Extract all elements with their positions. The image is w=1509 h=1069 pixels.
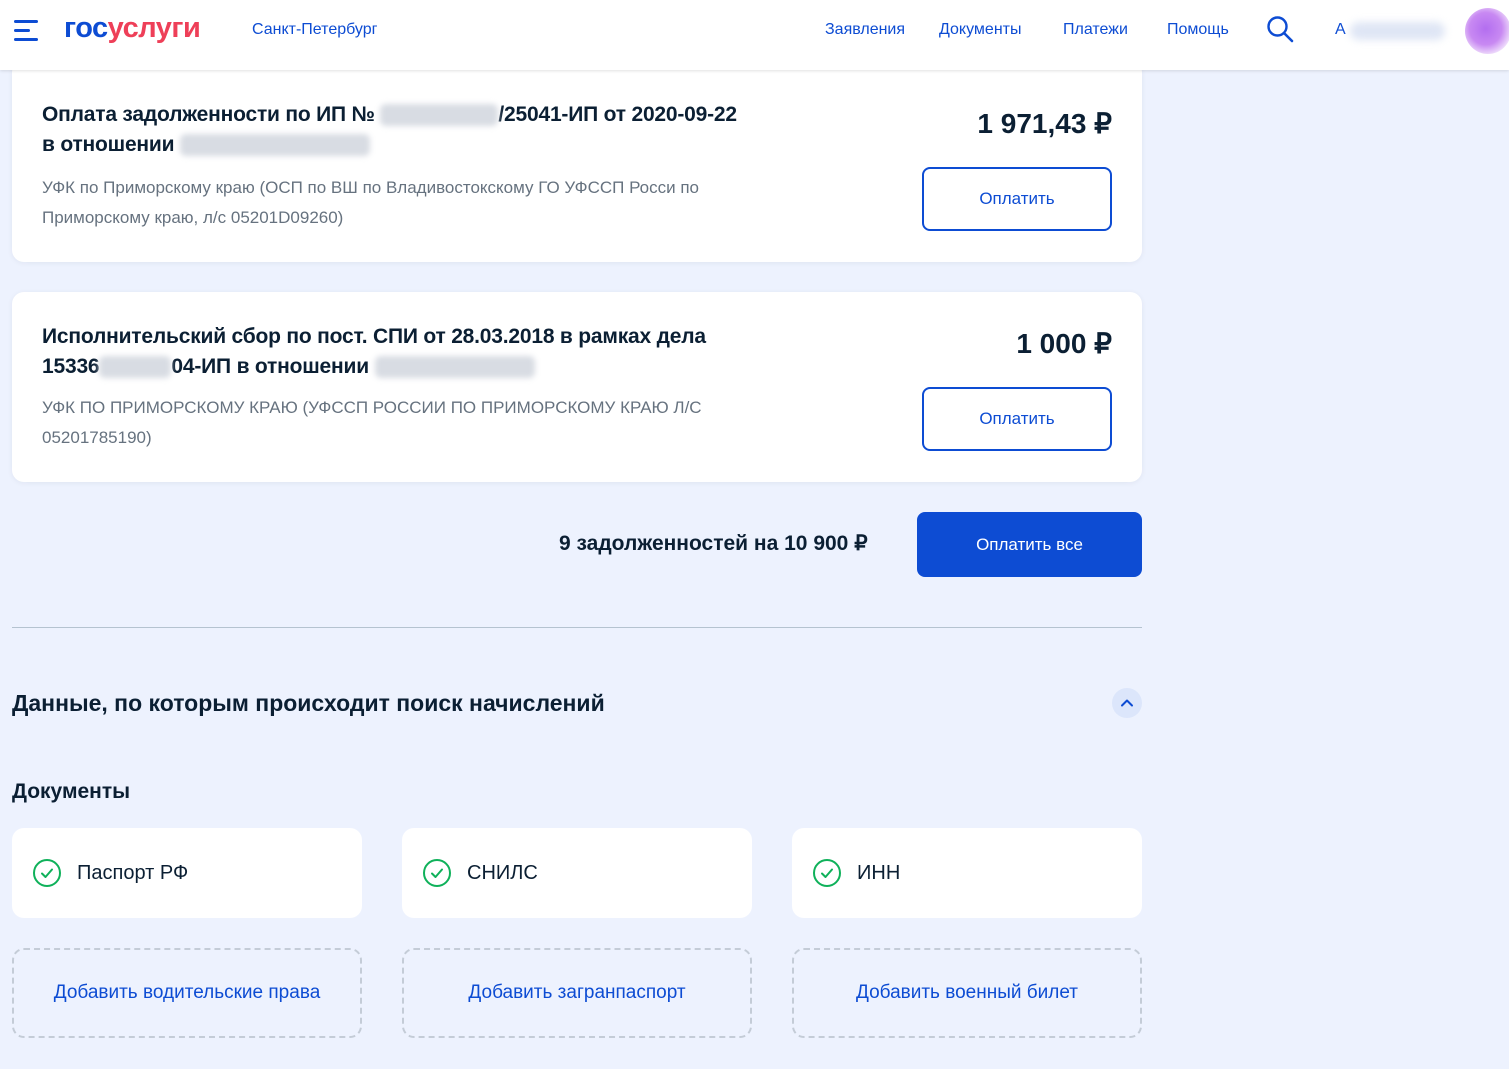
debt-title-line2: 04-ИП в отношении	[171, 355, 369, 378]
logo-part-uslugi: услуги	[107, 12, 201, 44]
debt-recipient: УФК ПО ПРИМОРСКОМУ КРАЮ (УФССП РОССИИ ПО…	[42, 398, 702, 447]
document-label: ИНН	[857, 862, 901, 884]
debt-card: Оплата задолженности по ИП № /25041-ИП о…	[12, 60, 1142, 262]
nav-documents[interactable]: Документы	[939, 21, 1021, 39]
user-name[interactable]: А	[1335, 21, 1346, 39]
redacted-number	[99, 356, 172, 379]
chevron-up-icon	[1121, 699, 1133, 707]
debt-case-prefix: 15336	[42, 355, 100, 378]
redacted-name	[179, 134, 370, 157]
document-card-passport[interactable]: Паспорт РФ	[12, 828, 362, 918]
debt-amount: 1 000 ₽	[1016, 328, 1112, 359]
top-header: госуслуги Санкт-Петербург Заявления Доку…	[0, 0, 1509, 70]
redacted-name	[374, 356, 535, 379]
nav-applications[interactable]: Заявления	[825, 21, 905, 39]
document-label: СНИЛС	[467, 862, 538, 884]
add-foreign-passport-button[interactable]: Добавить загранпаспорт	[402, 948, 752, 1038]
debt-title: Оплата задолженности по ИП № /25041-ИП о…	[42, 100, 802, 160]
pay-all-button[interactable]: Оплатить все	[917, 512, 1142, 577]
menu-burger-icon[interactable]	[14, 20, 40, 42]
gosuslugi-logo[interactable]: госуслуги	[64, 12, 201, 45]
debt-title-line1: Исполнительский сбор по пост. СПИ от 28.…	[42, 325, 706, 348]
add-driver-license-button[interactable]: Добавить водительские права	[12, 948, 362, 1038]
collapse-section-button[interactable]	[1112, 688, 1142, 718]
logo-part-gos: гос	[64, 12, 108, 44]
debt-title: Исполнительский сбор по пост. СПИ от 28.…	[42, 322, 802, 382]
section-divider	[12, 627, 1142, 628]
debts-total-summary: 9 задолженностей на 10 900 ₽	[559, 532, 868, 555]
search-icon[interactable]	[1266, 15, 1294, 43]
debt-title-prefix: Оплата задолженности по ИП №	[42, 103, 375, 126]
user-name-redacted	[1350, 22, 1445, 40]
redacted-number	[380, 104, 499, 127]
pay-button[interactable]: Оплатить	[922, 387, 1112, 451]
debt-amount: 1 971,43 ₽	[977, 108, 1112, 139]
documents-heading: Документы	[12, 780, 131, 803]
nav-help[interactable]: Помощь	[1167, 21, 1229, 39]
debt-title-middle: /25041-ИП от 2020-09-22	[498, 103, 737, 126]
debt-recipient: УФК по Приморскому краю (ОСП по ВШ по Вл…	[42, 178, 700, 227]
check-circle-icon	[33, 859, 61, 887]
document-label: Паспорт РФ	[77, 862, 189, 884]
add-military-id-button[interactable]: Добавить военный билет	[792, 948, 1142, 1038]
nav-payments[interactable]: Платежи	[1063, 21, 1128, 39]
check-circle-icon	[423, 859, 451, 887]
pay-button[interactable]: Оплатить	[922, 167, 1112, 231]
debt-title-line2: в отношении	[42, 133, 175, 156]
debt-card: Исполнительский сбор по пост. СПИ от 28.…	[12, 292, 1142, 482]
search-data-section-title: Данные, по которым происходит поиск начи…	[12, 690, 605, 716]
document-card-inn[interactable]: ИНН	[792, 828, 1142, 918]
city-selector[interactable]: Санкт-Петербург	[252, 21, 377, 39]
document-card-snils[interactable]: СНИЛС	[402, 828, 752, 918]
check-circle-icon	[813, 859, 841, 887]
user-avatar[interactable]	[1465, 8, 1509, 54]
